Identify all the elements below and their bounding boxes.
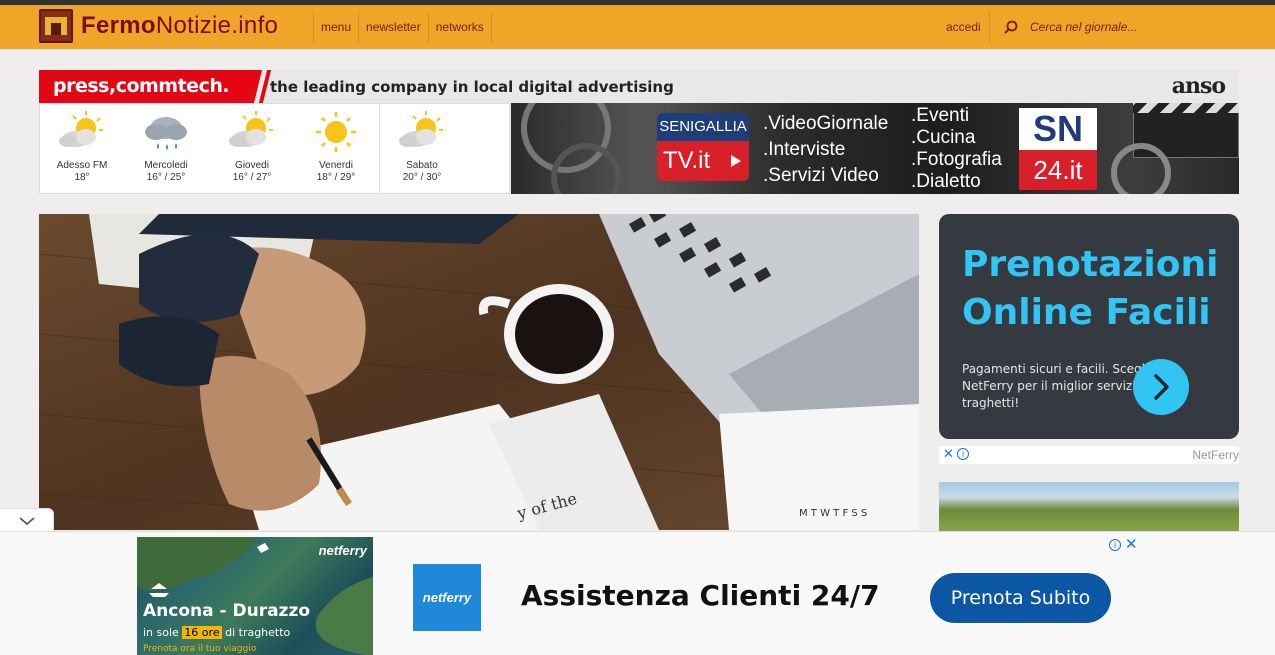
weather-temp: 18° / 29°: [316, 172, 356, 183]
sn24-logo: SN 24.it: [1019, 108, 1097, 190]
banner-tagline: the leading company in local digital adv…: [270, 78, 674, 96]
collapse-ad-button[interactable]: [0, 508, 54, 532]
tv-list-item: .Cucina: [911, 127, 976, 148]
login-link[interactable]: accedi: [936, 11, 990, 43]
senigallia-tv-ad[interactable]: SENIGALLIA TV.it .VideoGiornale .Intervi…: [511, 103, 1239, 194]
press-commtech-banner[interactable]: press,commtech. the leading company in l…: [39, 70, 1239, 103]
weather-day: Venerdi 18° / 29°: [294, 104, 378, 184]
weather-day-name: Giovedi: [235, 160, 269, 171]
netferry-mini-logo: netferry: [318, 543, 367, 558]
partly-cloudy-icon: [59, 111, 103, 147]
nav-newsletter[interactable]: newsletter: [358, 11, 428, 43]
rain-icon: [145, 117, 187, 150]
clapperboard-stripes: [1133, 103, 1239, 113]
tv-list-item: .Eventi: [911, 105, 970, 126]
prenota-subito-button[interactable]: Prenota Subito: [930, 573, 1111, 623]
weather-temp: 18°: [74, 172, 90, 183]
close-icon[interactable]: ✕: [943, 447, 954, 462]
sun-icon: [316, 112, 356, 152]
sn24-logo-bottom: 24.it: [1019, 150, 1097, 190]
sn24-logo-top: SN: [1032, 108, 1083, 149]
weather-day: Sabato 20° / 30°: [380, 104, 464, 184]
close-icon[interactable]: ✕: [1125, 535, 1138, 553]
ferry-route-image[interactable]: netferry Ancona - Durazzo in sole 16 ore…: [137, 537, 373, 655]
main-nav: menu newsletter networks: [313, 11, 492, 43]
anso-logo: anso: [1171, 73, 1226, 99]
site-header: FermoNotizie.info menu newsletter networ…: [0, 5, 1275, 49]
tv-logo-top: SENIGALLIA: [657, 113, 749, 141]
weather-temp: 20° / 30°: [402, 172, 442, 183]
info-icon[interactable]: i: [1109, 539, 1121, 551]
tv-list-item: .Servizi Video: [763, 165, 879, 186]
nav-networks[interactable]: networks: [427, 11, 492, 43]
tv-list-right: .Eventi .Cucina .Fotografia .Dialetto: [911, 105, 1002, 193]
weather-day-name: Mercoledi: [144, 160, 188, 171]
press-commtech-logo: press,commtech.: [39, 70, 254, 103]
tv-list-item: .VideoGiornale: [763, 113, 889, 134]
chevron-down-icon: [19, 517, 35, 526]
film-reel-graphic: [1111, 143, 1171, 194]
tv-list-item: .Interviste: [763, 139, 846, 160]
search-icon[interactable]: [1004, 20, 1018, 34]
weather-temp: 16° / 25°: [146, 172, 186, 183]
weather-day-name: Venerdi: [319, 160, 353, 171]
weather-day: Adesso FM 18°: [40, 104, 124, 184]
senigallia-tv-logo: SENIGALLIA TV.it: [657, 113, 749, 185]
tv-logo-bottom: TV.it: [657, 141, 749, 181]
netferry-bottom-ad[interactable]: netferry Ancona - Durazzo in sole 16 ore…: [0, 531, 1275, 655]
tv-list-left: .VideoGiornale .Interviste .Servizi Vide…: [763, 111, 888, 189]
svg-text:M T W T F S S: M T W T F S S: [799, 508, 867, 519]
netferry-side-ad[interactable]: Prenotazioni Online Facili Pagamenti sic…: [939, 214, 1239, 439]
ferry-route: Ancona - Durazzo: [143, 601, 311, 621]
side-ad-description: Pagamenti sicuri e facili. Scegli NetFer…: [962, 362, 1149, 410]
weather-day-name: Sabato: [406, 160, 438, 171]
side-ad-brand: NetFerry: [1192, 448, 1239, 462]
partly-cloudy-icon: [399, 111, 443, 147]
weather-day: Giovedi 16° / 27°: [210, 104, 294, 184]
hero-image[interactable]: y of the M T W T F S S: [39, 214, 919, 530]
logo-text: FermoNotizie.info: [81, 12, 279, 39]
chevron-right-icon[interactable]: [1133, 359, 1189, 415]
tv-list-item: .Dialetto: [911, 171, 981, 192]
ferry-duration: in sole 16 ore di traghetto: [143, 626, 291, 639]
weather-temp: 16° / 27°: [232, 172, 272, 183]
partly-cloudy-icon: [229, 111, 273, 147]
weather-day: Mercoledi 16° / 25°: [124, 104, 208, 184]
landscape-thumbnail[interactable]: [939, 482, 1239, 532]
weather-day-name: Adesso FM: [56, 160, 108, 171]
nav-menu[interactable]: menu: [313, 11, 358, 43]
info-icon[interactable]: i: [957, 448, 969, 460]
weather-widget[interactable]: Adesso FM 18° Mercoledi 16° / 25° Gioved…: [39, 103, 510, 194]
ferry-image-cta: Prenota ora il tuo viaggio: [143, 644, 257, 654]
bottom-ad-headline: Assistenza Clienti 24/7: [521, 579, 880, 612]
search-input[interactable]: [1030, 15, 1230, 39]
netferry-logo: netferry: [413, 564, 481, 631]
business-desk-photo: y of the M T W T F S S: [39, 214, 919, 530]
tv-list-item: .Fotografia: [911, 149, 1002, 170]
logo-emblem-icon: [39, 9, 73, 43]
side-ad-title: Prenotazioni Online Facili: [962, 244, 1219, 333]
side-ad-meta: ✕ i NetFerry: [939, 446, 1239, 464]
site-logo[interactable]: FermoNotizie.info: [39, 9, 278, 43]
